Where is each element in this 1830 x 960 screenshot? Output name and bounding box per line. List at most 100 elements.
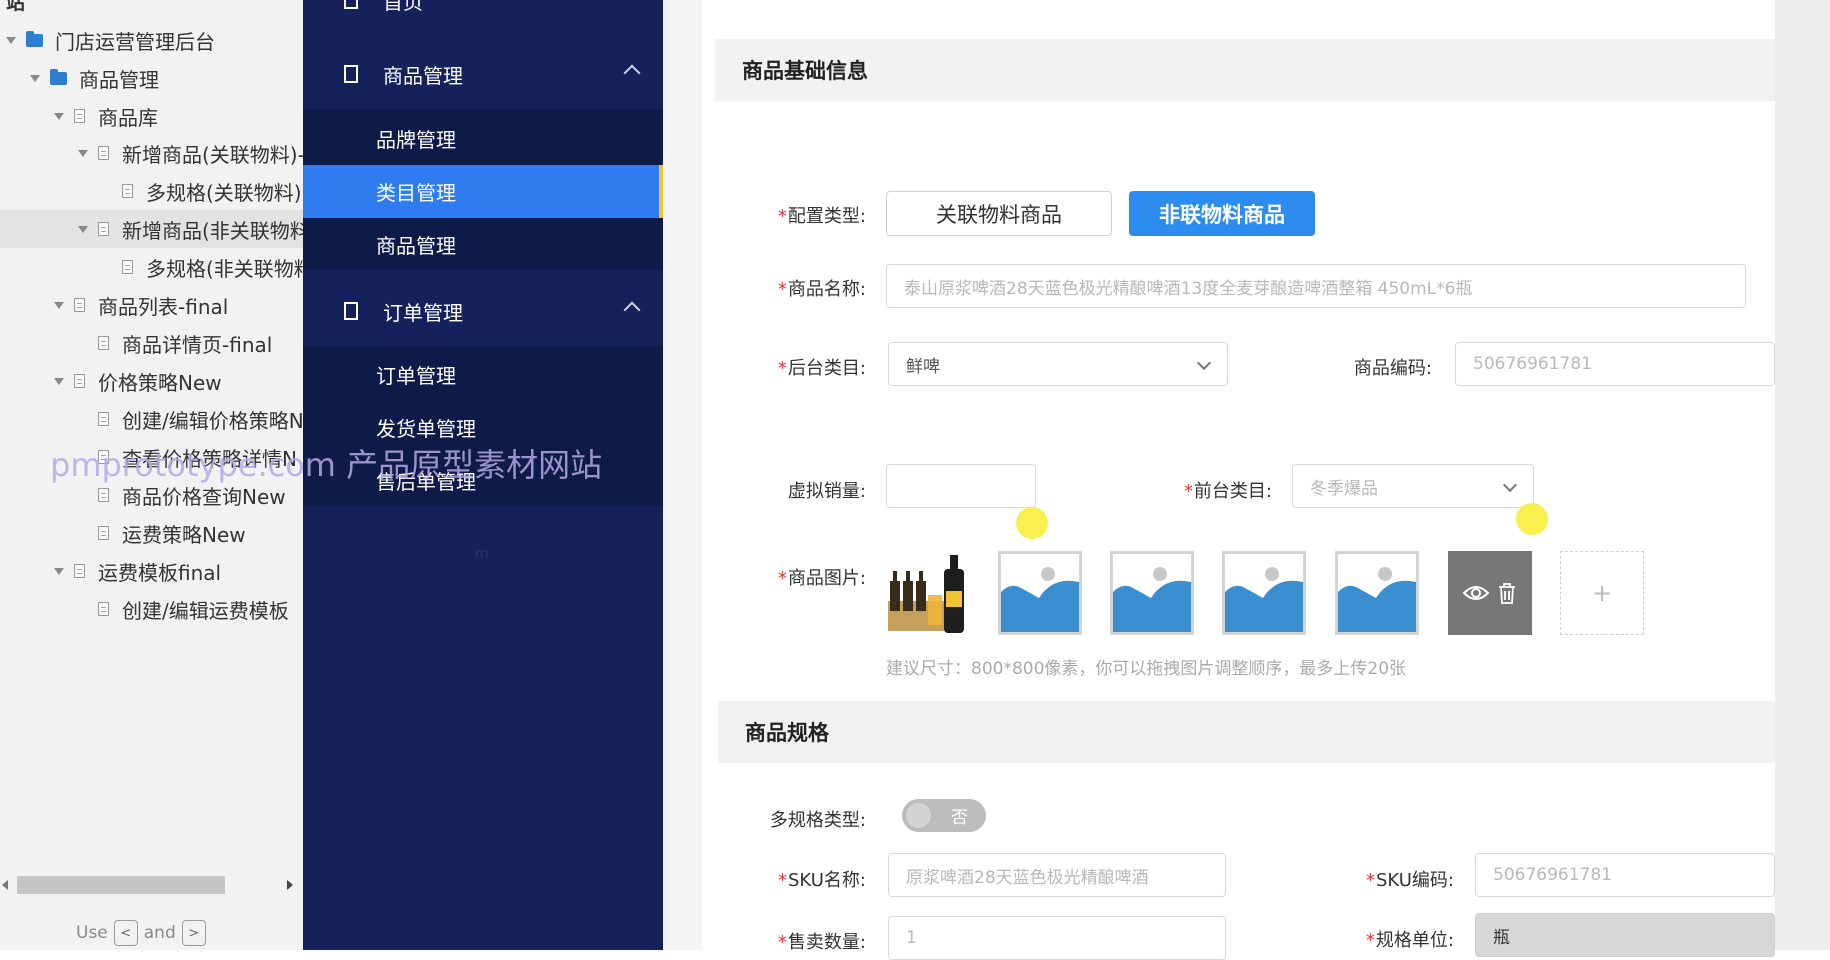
tree-item-label: 商品管理	[79, 67, 159, 92]
horizontal-scrollbar-thumb[interactable]	[17, 876, 225, 894]
tree-item-add-unlinked[interactable]: 新增商品(非关联物料	[0, 210, 303, 248]
highlight-dot	[1516, 503, 1548, 535]
page-icon	[122, 184, 133, 198]
trash-delete-icon[interactable]	[1497, 582, 1517, 604]
tree-item-label: 多规格(非关联物料	[146, 256, 303, 281]
scroll-left-arrow-icon[interactable]	[2, 880, 8, 890]
multi-spec-toggle[interactable]: 否	[902, 799, 986, 832]
backend-category-select[interactable]: 鲜啤	[888, 342, 1228, 386]
tree-item-product-lib[interactable]: 商品库	[0, 97, 303, 135]
plus-icon: +	[1591, 579, 1613, 607]
tree-item-product-mgmt[interactable]: 商品管理	[0, 59, 303, 97]
tree-item-store-admin[interactable]: 门店运营管理后台	[0, 21, 303, 59]
tree-item-product-detail[interactable]: 商品详情页-final	[0, 324, 303, 362]
nav-item-orders[interactable]: 订单管理	[303, 348, 663, 401]
image-placeholder-icon	[1338, 567, 1416, 632]
spec-unit-label: *规格单位:	[1365, 930, 1454, 951]
tree-item-price-query[interactable]: 商品价格查询New	[0, 476, 303, 514]
chevron-down-icon	[1502, 477, 1518, 493]
nav-item-product[interactable]: 商品管理	[303, 218, 663, 271]
highlight-dot	[1016, 507, 1048, 539]
tree-item-product-list[interactable]: 商品列表-final	[0, 286, 303, 324]
product-image-beer[interactable]	[886, 551, 970, 635]
folder-icon	[50, 68, 67, 85]
nav-item-aftersales[interactable]: 售后单管理	[303, 454, 663, 507]
page-icon	[98, 336, 109, 350]
nav-group-order[interactable]: 订单管理	[303, 276, 663, 346]
image-placeholder[interactable]	[998, 551, 1082, 635]
nav-item-brand[interactable]: 品牌管理	[303, 112, 663, 165]
page-icon	[74, 109, 85, 123]
tree-item-label: 新增商品(关联物料)-	[122, 142, 303, 167]
tree-item-view-price-strategy[interactable]: 查看价格策略详情N	[0, 438, 303, 476]
config-type-label: *配置类型:	[777, 206, 866, 227]
non-linked-material-button[interactable]: 非联物料商品	[1129, 191, 1315, 236]
expand-caret-icon[interactable]	[54, 111, 64, 121]
tree-item-price-strategy[interactable]: 价格策略New	[0, 362, 303, 400]
nav-group-home[interactable]: 首页	[303, 0, 663, 35]
scroll-right-arrow-icon[interactable]	[287, 880, 293, 890]
tree-item-freight-strategy[interactable]: 运费策略New	[0, 514, 303, 552]
menu-square-icon	[344, 302, 358, 320]
frontend-category-select[interactable]: 冬季爆品	[1292, 464, 1534, 508]
tree-item-multispec-unlinked[interactable]: 多规格(非关联物料	[0, 248, 303, 286]
menu-square-icon	[344, 0, 358, 9]
sku-code-input[interactable]: 50676961781	[1475, 853, 1775, 897]
page-icon	[74, 564, 85, 578]
toggle-label: 否	[951, 808, 968, 828]
expand-caret-icon[interactable]	[54, 376, 64, 386]
key-left-icon: <	[113, 920, 138, 946]
image-placeholder[interactable]	[1222, 551, 1306, 635]
image-placeholder-icon	[1113, 567, 1191, 632]
tree-item-edit-freight-template[interactable]: 创建/编辑运费模板	[0, 590, 303, 628]
page-icon	[98, 146, 109, 160]
nav-group-label: 商品管理	[383, 63, 463, 88]
sku-code-label: *SKU编码:	[1366, 870, 1454, 891]
caret-spacer	[78, 338, 88, 348]
caret-spacer	[78, 414, 88, 424]
expand-caret-icon[interactable]	[54, 566, 64, 576]
backend-category-label: *后台类目:	[777, 358, 866, 379]
expand-caret-icon[interactable]	[78, 224, 88, 234]
section-basic-info: 商品基础信息	[715, 39, 1775, 101]
linked-material-button[interactable]: 关联物料商品	[886, 191, 1112, 236]
product-name-input[interactable]: 泰山原浆啤酒28天蓝色极光精酿啤酒13度全麦芽酿造啤酒整箱 450mL*6瓶	[886, 264, 1746, 308]
nav-item-shipments[interactable]: 发货单管理	[303, 401, 663, 454]
section-spec: 商品规格	[718, 701, 1775, 763]
expand-caret-icon[interactable]	[30, 73, 40, 83]
content-gutter	[663, 0, 702, 950]
expand-caret-icon[interactable]	[78, 148, 88, 158]
page-icon	[74, 374, 85, 388]
menu-square-icon	[344, 65, 358, 83]
sku-name-input[interactable]: 原浆啤酒28天蓝色极光精酿啤酒	[888, 853, 1226, 897]
tree-item-freight-template[interactable]: 运费模板final	[0, 552, 303, 590]
nav-item-category[interactable]: 类目管理	[303, 165, 663, 218]
beer-bottles-image	[888, 555, 964, 633]
image-placeholder[interactable]	[1110, 551, 1194, 635]
nav-group-product[interactable]: 商品管理	[303, 39, 663, 109]
eye-preview-icon[interactable]	[1463, 584, 1489, 602]
page-icon	[98, 526, 109, 540]
product-code-input[interactable]: 50676961781	[1455, 342, 1775, 386]
virtual-sales-input[interactable]	[886, 464, 1036, 508]
main-nav: 首页 商品管理 品牌管理 类目管理 商品管理 订单管理 订单管理 发货单管理 售…	[303, 0, 663, 950]
sale-qty-input[interactable]: 1	[888, 916, 1226, 960]
expand-caret-icon[interactable]	[6, 35, 16, 45]
page-icon	[98, 602, 109, 616]
tree-item-add-linked[interactable]: 新增商品(关联物料)-	[0, 134, 303, 172]
tree-item-multispec-linked[interactable]: 多规格(关联物料)	[0, 172, 303, 210]
sku-name-label: *SKU名称:	[778, 870, 866, 891]
hint-use: Use	[76, 923, 108, 943]
frontend-category-label: *前台类目:	[1183, 481, 1272, 502]
spec-unit-input[interactable]: 瓶	[1475, 913, 1775, 957]
hint-and: and	[143, 923, 176, 943]
add-image-button[interactable]: +	[1560, 551, 1644, 635]
folder-icon	[26, 30, 43, 47]
nav-group-label: 订单管理	[383, 300, 463, 325]
caret-spacer	[78, 490, 88, 500]
page-icon	[98, 488, 109, 502]
tree-item-edit-price-strategy[interactable]: 创建/编辑价格策略N	[0, 400, 303, 438]
expand-caret-icon[interactable]	[54, 300, 64, 310]
nav-item-label: 发货单管理	[376, 417, 476, 441]
image-placeholder[interactable]	[1335, 551, 1419, 635]
